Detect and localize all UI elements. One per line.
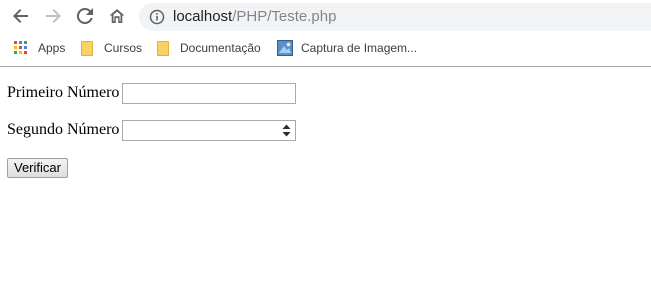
first-number-row: Primeiro Número [7,82,297,104]
apps-grid-icon [14,41,28,55]
bookmark-captura[interactable]: Captura de Imagem... [277,39,417,57]
browser-window: localhost/PHP/Teste.php Apps Cursos Docu… [0,0,651,303]
home-button[interactable] [105,4,129,28]
bookmark-label: Captura de Imagem... [301,41,418,55]
second-number-row: Segundo Número [7,119,297,141]
spinner-arrows-icon[interactable] [282,124,291,137]
back-arrow-icon [13,9,28,23]
bookmarks-bar: Apps Cursos Documentação Captura de Imag… [0,34,651,67]
bookmark-label: Apps [38,41,66,55]
forward-button[interactable] [41,4,65,28]
first-number-label: Primeiro Número [7,84,120,101]
folder-icon [157,40,169,56]
browser-toolbar: localhost/PHP/Teste.php [0,0,651,34]
second-number-input[interactable] [122,119,297,141]
reload-icon [76,7,93,24]
capture-icon [277,40,293,56]
forward-arrow-icon [46,9,61,23]
home-icon [109,9,125,23]
verify-button[interactable]: Verificar [7,158,68,178]
reload-button[interactable] [73,4,97,28]
bookmark-cursos[interactable]: Cursos [81,39,142,57]
info-icon[interactable] [149,9,165,25]
bookmark-label: Cursos [104,41,143,55]
folder-icon [81,40,93,56]
address-bar[interactable]: localhost/PHP/Teste.php [139,3,651,31]
bookmark-label: Documentação [180,41,261,55]
url-text[interactable]: localhost/PHP/Teste.php [173,8,336,26]
url-host: localhost [173,8,233,25]
back-button[interactable] [9,4,33,28]
url-path: /PHP/Teste.php [232,8,337,25]
second-number-label: Segundo Número [7,121,120,138]
bookmark-apps[interactable]: Apps [14,39,65,57]
bookmark-documentacao[interactable]: Documentação [157,39,261,57]
first-number-input[interactable] [122,82,297,104]
page-content: Primeiro Número Segundo Número Verificar [0,67,651,303]
